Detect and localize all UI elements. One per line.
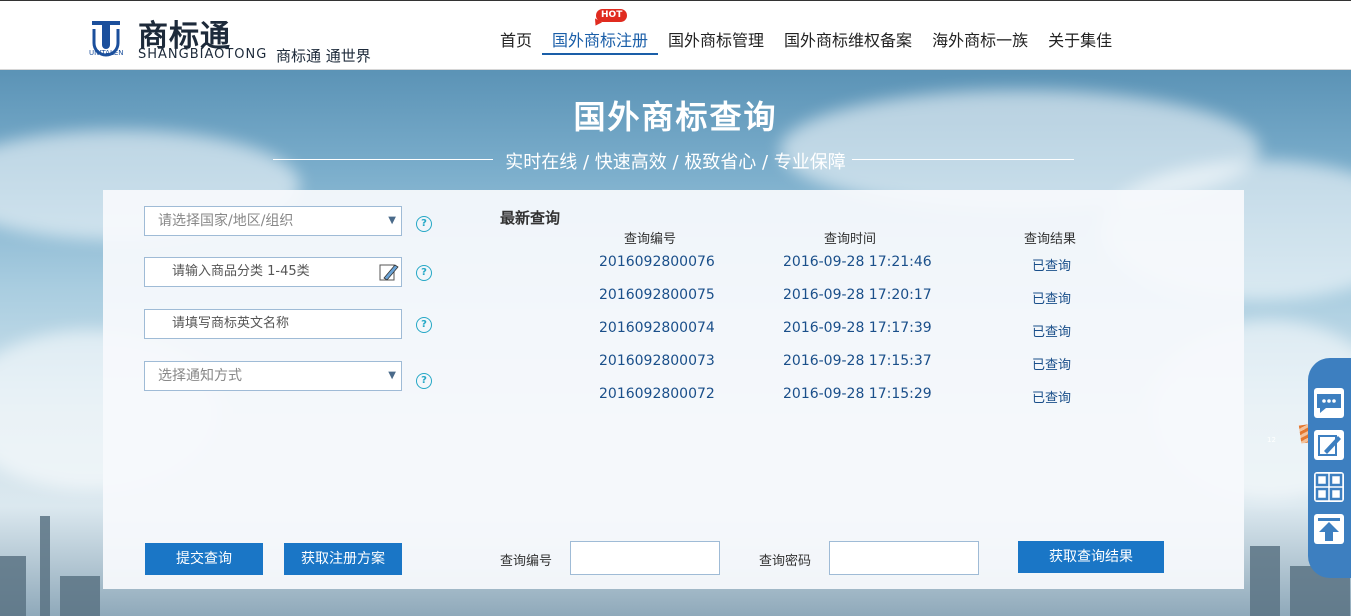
chevron-down-icon: ▼ — [388, 215, 396, 226]
trademark-name-input[interactable]: 请填写商标英文名称 — [144, 309, 402, 339]
row-result[interactable]: 已查询 — [1032, 288, 1071, 307]
row-id: 2016092800074 — [599, 320, 715, 336]
row-time: 2016-09-28 17:20:17 — [783, 287, 932, 303]
get-plan-button[interactable]: 获取注册方案 — [284, 543, 402, 575]
row-time: 2016-09-28 17:15:37 — [783, 353, 932, 369]
recent-queries-title: 最新查询 — [500, 209, 561, 227]
query-panel: 请选择国家/地区/组织 ▼ ? 请输入商品分类 1-45类 ? 请填写商标英文名… — [103, 190, 1244, 589]
row-result[interactable]: 已查询 — [1032, 255, 1071, 274]
column-header-result: 查询结果 — [1024, 232, 1077, 247]
nav-rights-filing[interactable]: 国外商标维权备案 — [774, 27, 922, 53]
row-time: 2016-09-28 17:17:39 — [783, 320, 932, 336]
main-nav: 首页 国外商标注册 HOT 国外商标管理 国外商标维权备案 海外商标一族 关于集… — [490, 9, 1122, 55]
edit-icon[interactable] — [1314, 430, 1344, 460]
row-time: 2016-09-28 17:21:46 — [783, 254, 932, 270]
building-silhouette — [0, 556, 26, 616]
trademark-name-placeholder: 请填写商标英文名称 — [172, 316, 290, 331]
hot-badge: HOT — [596, 9, 628, 22]
row-id: 2016092800073 — [599, 353, 715, 369]
help-icon[interactable]: ? — [416, 216, 432, 232]
tiny-label: 12 — [1267, 436, 1276, 444]
nav-overseas-family[interactable]: 海外商标一族 — [922, 27, 1038, 53]
query-password-input[interactable] — [829, 541, 979, 575]
page-subtitle: 实时在线 / 快速高效 / 极致省心 / 专业保障 — [505, 152, 846, 173]
get-result-button[interactable]: 获取查询结果 — [1018, 541, 1164, 573]
row-time: 2016-09-28 17:15:29 — [783, 386, 932, 402]
building-silhouette — [60, 576, 100, 616]
country-select[interactable]: 请选择国家/地区/组织 ▼ — [144, 206, 402, 236]
nav-about[interactable]: 关于集佳 — [1038, 27, 1122, 53]
row-result[interactable]: 已查询 — [1032, 354, 1071, 373]
row-result[interactable]: 已查询 — [1032, 321, 1071, 340]
query-number-label: 查询编号 — [500, 554, 553, 569]
nav-foreign-registration-label: 国外商标注册 — [552, 31, 649, 50]
logo-slogan: 商标通 通世界 — [276, 47, 371, 65]
nav-foreign-management[interactable]: 国外商标管理 — [658, 27, 774, 53]
notify-method-select[interactable]: 选择通知方式 ▼ — [144, 361, 402, 391]
category-input[interactable]: 请输入商品分类 1-45类 — [144, 257, 402, 287]
query-password-label: 查询密码 — [759, 554, 812, 569]
chevron-down-icon: ▼ — [388, 370, 396, 381]
floating-sidebar — [1308, 358, 1351, 578]
back-to-top-icon[interactable] — [1314, 514, 1344, 544]
chat-icon[interactable] — [1314, 388, 1344, 418]
site-header: UNITALEN 商标通 SHANGBIAOTONG 商标通 通世界 首页 国外… — [0, 0, 1351, 70]
row-id: 2016092800076 — [599, 254, 715, 270]
column-header-id: 查询编号 — [624, 232, 677, 247]
help-icon[interactable]: ? — [416, 265, 432, 281]
category-input-placeholder: 请输入商品分类 1-45类 — [172, 264, 310, 279]
building-silhouette — [1250, 546, 1280, 616]
page-title: 国外商标查询 — [573, 98, 778, 136]
edit-pencil-icon[interactable] — [379, 262, 399, 282]
nav-foreign-registration[interactable]: 国外商标注册 HOT — [542, 9, 659, 55]
logo-brand-text: UNITALEN — [89, 49, 124, 57]
country-select-placeholder: 请选择国家/地区/组织 — [158, 213, 294, 229]
qrcode-icon[interactable] — [1314, 472, 1344, 502]
notify-method-placeholder: 选择通知方式 — [158, 368, 242, 384]
help-icon[interactable]: ? — [416, 317, 432, 333]
help-icon[interactable]: ? — [416, 373, 432, 389]
row-result[interactable]: 已查询 — [1032, 387, 1071, 406]
query-number-input[interactable] — [570, 541, 720, 575]
logo-pinyin: SHANGBIAOTONG — [138, 47, 268, 62]
submit-query-button[interactable]: 提交查询 — [145, 543, 263, 575]
column-header-time: 查询时间 — [824, 232, 877, 247]
subtitle-divider-right — [852, 159, 1074, 160]
tower-silhouette — [40, 516, 50, 616]
row-id: 2016092800072 — [599, 386, 715, 402]
row-id: 2016092800075 — [599, 287, 715, 303]
nav-home[interactable]: 首页 — [490, 27, 542, 53]
